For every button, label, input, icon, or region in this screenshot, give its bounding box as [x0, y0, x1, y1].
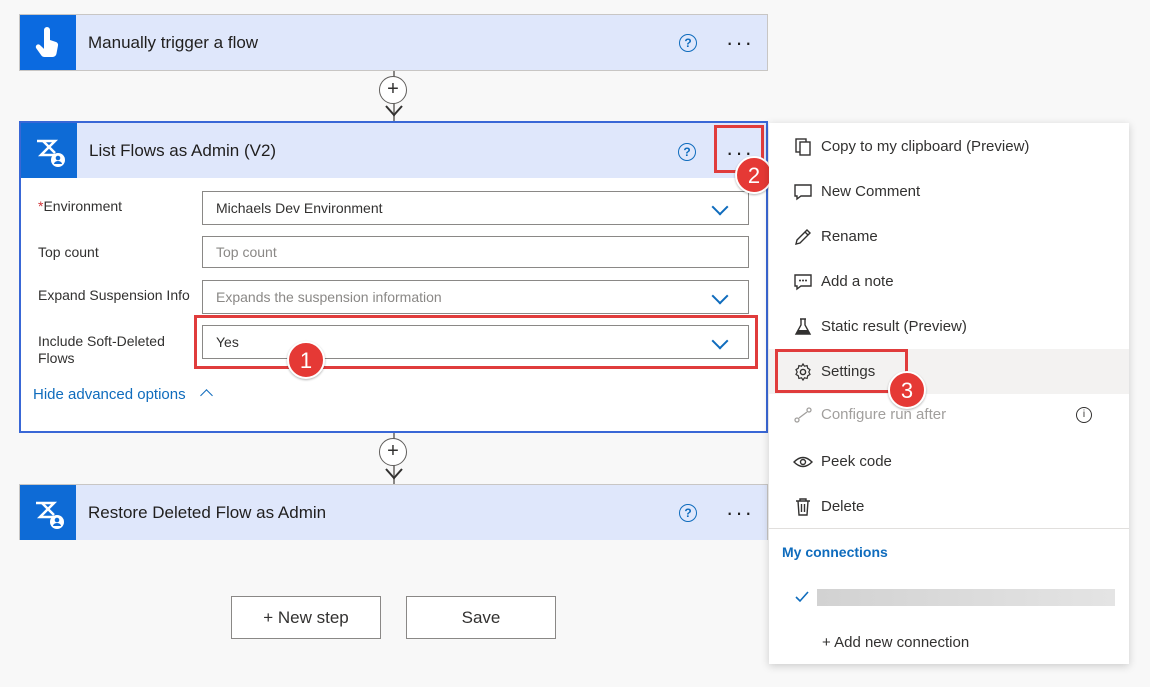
run-after-icon [794, 407, 812, 423]
menu-item-static-result[interactable]: Static result (Preview) [769, 304, 1129, 349]
trigger-card[interactable]: Manually trigger a flow ? ··· [19, 14, 768, 71]
highlight-soft-deleted-field [194, 315, 758, 369]
top-count-input[interactable]: Top count [202, 236, 749, 268]
trigger-title: Manually trigger a flow [88, 33, 259, 52]
callout-badge-2: 2 [735, 156, 773, 194]
include-soft-deleted-label: Include Soft-Deleted Flows [38, 333, 165, 366]
power-automate-admin-icon [20, 485, 76, 540]
help-icon[interactable]: ? [678, 143, 696, 161]
list-flows-header[interactable]: List Flows as Admin (V2) ? ··· [21, 123, 766, 178]
restore-card-header[interactable]: Restore Deleted Flow as Admin ? ··· [20, 485, 767, 540]
menu-item-delete[interactable]: Delete [769, 484, 1129, 529]
my-connections-header: My connections [782, 544, 888, 560]
help-icon[interactable]: ? [679, 504, 697, 522]
menu-item-rename[interactable]: Rename [769, 214, 1129, 259]
arrow-down-icon [385, 105, 403, 117]
copy-icon [795, 138, 811, 156]
checkmark-icon [795, 591, 809, 603]
menu-item-copy-clipboard[interactable]: Copy to my clipboard (Preview) [769, 124, 1129, 169]
arrow-down-icon [385, 468, 403, 480]
flask-icon [794, 318, 812, 335]
trash-icon [796, 498, 810, 516]
help-icon[interactable]: ? [679, 34, 697, 52]
expand-suspension-label: Expand Suspension Info [38, 287, 190, 303]
expand-suspension-dropdown[interactable]: Expands the suspension information [202, 280, 749, 314]
chevron-down-icon [711, 198, 729, 216]
restore-title: Restore Deleted Flow as Admin [88, 503, 327, 522]
note-icon [794, 274, 812, 291]
list-flows-card[interactable]: List Flows as Admin (V2) ? ··· *Environm… [19, 121, 768, 433]
environment-label: *Environment [38, 198, 123, 214]
power-automate-admin-icon [21, 123, 77, 178]
chevron-up-icon [199, 389, 213, 402]
callout-badge-1: 1 [287, 341, 325, 379]
more-options-button[interactable]: ··· [726, 32, 754, 54]
environment-value: Michaels Dev Environment [216, 200, 383, 216]
expand-suspension-placeholder: Expands the suspension information [216, 289, 442, 305]
insert-step-plus-icon[interactable]: + [379, 76, 407, 104]
hide-advanced-options-link[interactable]: Hide advanced options [33, 386, 213, 403]
menu-item-add-note[interactable]: Add a note [769, 259, 1129, 304]
restore-card[interactable]: Restore Deleted Flow as Admin ? ··· [19, 484, 768, 540]
context-menu: Copy to my clipboard (Preview) New Comme… [769, 123, 1129, 664]
more-options-button[interactable]: ··· [726, 502, 754, 524]
pencil-icon [795, 229, 811, 245]
trigger-card-header[interactable]: Manually trigger a flow ? ··· [20, 15, 767, 70]
save-button[interactable]: Save [406, 596, 556, 639]
new-step-button[interactable]: + New step [231, 596, 381, 639]
chevron-down-icon [711, 287, 729, 305]
menu-item-new-comment[interactable]: New Comment [769, 169, 1129, 214]
callout-badge-3: 3 [888, 371, 926, 409]
menu-divider [769, 528, 1129, 529]
add-new-connection-link[interactable]: + Add new connection [822, 634, 969, 651]
insert-step-plus-icon[interactable]: + [379, 438, 407, 466]
touch-icon [20, 15, 76, 70]
top-count-placeholder: Top count [216, 244, 277, 260]
top-count-label: Top count [38, 244, 99, 260]
menu-item-configure-run-after: Configure run after i [769, 392, 1129, 437]
list-flows-title: List Flows as Admin (V2) [89, 141, 277, 160]
connection-item-redacted[interactable] [817, 589, 1115, 606]
info-icon[interactable]: i [1076, 407, 1092, 423]
menu-item-peek-code[interactable]: Peek code [769, 439, 1129, 484]
environment-dropdown[interactable]: Michaels Dev Environment [202, 191, 749, 225]
comment-icon [794, 184, 812, 201]
eye-icon [793, 456, 813, 468]
